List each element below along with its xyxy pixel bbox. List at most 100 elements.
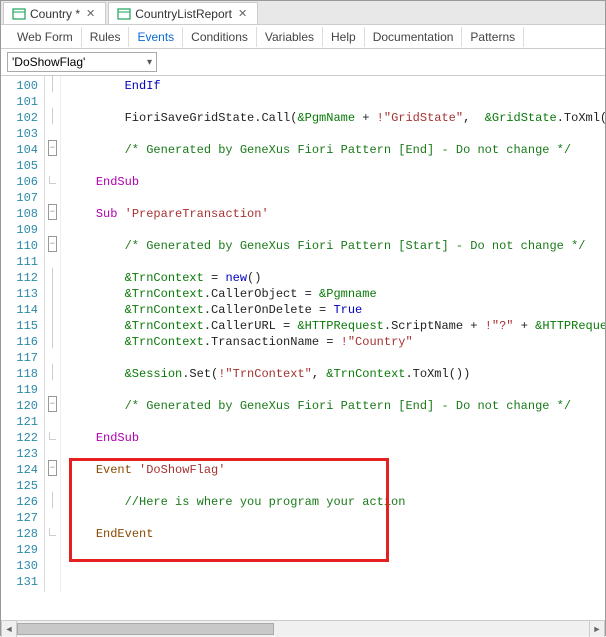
fold-toggle-icon[interactable]: − <box>48 204 57 220</box>
fold-cell: − <box>45 236 60 252</box>
code-line[interactable]: &TrnContext.TransactionName = !"Country" <box>67 334 605 350</box>
file-tab-1[interactable]: CountryListReport ✕ <box>108 2 258 24</box>
code-line[interactable]: EndEvent <box>67 526 605 542</box>
fold-cell <box>45 556 60 572</box>
file-tab-label: CountryListReport <box>135 7 232 21</box>
close-icon[interactable]: ✕ <box>236 7 249 20</box>
line-number: 125 <box>1 478 38 494</box>
scroll-left-icon[interactable]: ◄ <box>1 621 17 637</box>
line-number: 118 <box>1 366 38 382</box>
code-line[interactable] <box>67 542 605 558</box>
code-line[interactable] <box>67 510 605 526</box>
section-tab-events[interactable]: Events <box>129 27 183 47</box>
file-tab-label: Country * <box>30 7 80 21</box>
code-line[interactable] <box>67 254 605 270</box>
code-line[interactable] <box>67 222 605 238</box>
line-number-gutter: 1001011021031041051061071081091101111121… <box>1 76 45 592</box>
fold-cell <box>45 92 60 108</box>
chevron-down-icon: ▾ <box>147 57 152 68</box>
code-line[interactable]: &TrnContext = new() <box>67 270 605 286</box>
fold-cell <box>45 172 60 188</box>
section-tab-variables[interactable]: Variables <box>257 27 323 47</box>
line-number: 109 <box>1 222 38 238</box>
line-number: 115 <box>1 318 38 334</box>
code-line[interactable] <box>67 558 605 574</box>
code-lines[interactable]: EndIf FioriSaveGridState.Call(&PgmName +… <box>61 76 605 592</box>
code-line[interactable]: EndIf <box>67 78 605 94</box>
section-tabbar: Web FormRulesEventsConditionsVariablesHe… <box>1 25 605 49</box>
file-tab-0[interactable]: Country * ✕ <box>3 2 106 24</box>
fold-cell <box>45 444 60 460</box>
code-line[interactable] <box>67 126 605 142</box>
line-number: 121 <box>1 414 38 430</box>
line-number: 124 <box>1 462 38 478</box>
code-line[interactable] <box>67 350 605 366</box>
code-line[interactable]: //Here is where you program your action <box>67 494 605 510</box>
code-line[interactable] <box>67 190 605 206</box>
code-line[interactable]: Event 'DoShowFlag' <box>67 462 605 478</box>
code-line[interactable] <box>67 158 605 174</box>
fold-cell <box>45 332 60 348</box>
line-number: 117 <box>1 350 38 366</box>
fold-cell <box>45 428 60 444</box>
line-number: 108 <box>1 206 38 222</box>
section-tab-documentation[interactable]: Documentation <box>365 27 463 47</box>
object-icon <box>117 7 131 21</box>
fold-cell <box>45 508 60 524</box>
section-tab-patterns[interactable]: Patterns <box>462 27 524 47</box>
line-number: 106 <box>1 174 38 190</box>
fold-cell <box>45 220 60 236</box>
line-number: 100 <box>1 78 38 94</box>
code-line[interactable]: /* Generated by GeneXus Fiori Pattern [E… <box>67 142 605 158</box>
scroll-track[interactable] <box>17 621 589 636</box>
fold-cell <box>45 540 60 556</box>
code-line[interactable] <box>67 446 605 462</box>
section-tab-rules[interactable]: Rules <box>82 27 130 47</box>
close-icon[interactable]: ✕ <box>84 7 97 20</box>
fold-toggle-icon[interactable]: − <box>48 396 57 412</box>
line-number: 111 <box>1 254 38 270</box>
code-editor[interactable]: 1001011021031041051061071081091101111121… <box>1 76 605 620</box>
fold-toggle-icon[interactable]: − <box>48 460 57 476</box>
line-number: 112 <box>1 270 38 286</box>
code-line[interactable] <box>67 478 605 494</box>
fold-toggle-icon[interactable]: − <box>48 140 57 156</box>
section-tab-conditions[interactable]: Conditions <box>183 27 257 47</box>
fold-toggle-icon[interactable]: − <box>48 236 57 252</box>
code-line[interactable]: EndSub <box>67 430 605 446</box>
fold-cell <box>45 284 60 300</box>
line-number: 105 <box>1 158 38 174</box>
fold-cell: − <box>45 396 60 412</box>
line-number: 122 <box>1 430 38 446</box>
line-number: 102 <box>1 110 38 126</box>
code-line[interactable] <box>67 382 605 398</box>
fold-cell <box>45 348 60 364</box>
fold-cell <box>45 76 60 92</box>
code-line[interactable]: &TrnContext.CallerObject = &Pgmname <box>67 286 605 302</box>
code-line[interactable] <box>67 574 605 590</box>
code-line[interactable]: &TrnContext.CallerURL = &HTTPRequest.Scr… <box>67 318 605 334</box>
line-number: 123 <box>1 446 38 462</box>
code-line[interactable]: &TrnContext.CallerOnDelete = True <box>67 302 605 318</box>
section-tab-help[interactable]: Help <box>323 27 365 47</box>
code-line[interactable]: &Session.Set(!"TrnContext", &TrnContext.… <box>67 366 605 382</box>
fold-cell <box>45 252 60 268</box>
code-line[interactable]: /* Generated by GeneXus Fiori Pattern [E… <box>67 398 605 414</box>
code-line[interactable] <box>67 414 605 430</box>
code-line[interactable]: /* Generated by GeneXus Fiori Pattern [S… <box>67 238 605 254</box>
code-line[interactable]: FioriSaveGridState.Call(&PgmName + !"Gri… <box>67 110 605 126</box>
code-line[interactable]: EndSub <box>67 174 605 190</box>
fold-cell <box>45 572 60 588</box>
section-tab-web-form[interactable]: Web Form <box>9 27 82 47</box>
line-number: 120 <box>1 398 38 414</box>
line-number: 128 <box>1 526 38 542</box>
horizontal-scrollbar[interactable]: ◄ ► <box>1 620 605 636</box>
object-icon <box>12 7 26 21</box>
line-number: 114 <box>1 302 38 318</box>
member-dropdown[interactable]: 'DoShowFlag' ▾ <box>7 52 157 72</box>
scroll-thumb[interactable] <box>17 623 274 635</box>
code-line[interactable]: Sub 'PrepareTransaction' <box>67 206 605 222</box>
scroll-right-icon[interactable]: ► <box>589 621 605 637</box>
code-line[interactable] <box>67 94 605 110</box>
fold-cell <box>45 364 60 380</box>
